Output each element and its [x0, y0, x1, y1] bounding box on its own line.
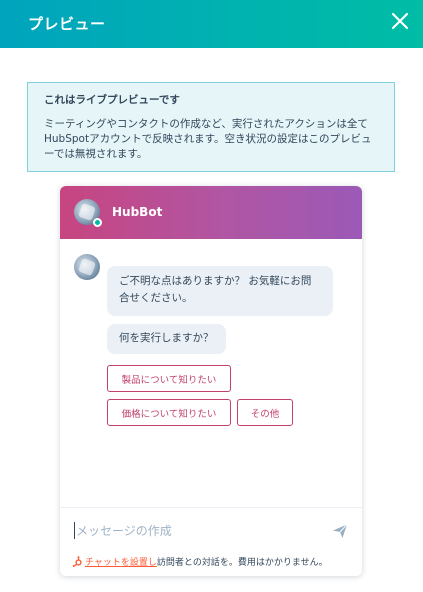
chat-widget: HubBot ご不明な点はありますか？ お気軽にお問合せください。 何を実行しま… — [60, 186, 362, 576]
bot-name: HubBot — [112, 205, 163, 219]
quick-reply-other[interactable]: その他 — [237, 399, 293, 426]
close-icon[interactable] — [389, 10, 411, 32]
send-icon[interactable] — [332, 523, 348, 539]
quick-reply-product[interactable]: 製品について知りたい — [107, 365, 231, 392]
compose-divider — [60, 507, 362, 508]
hubspot-sprocket-icon — [72, 556, 83, 567]
quick-reply-pricing[interactable]: 価格について知りたい — [107, 399, 231, 426]
bot-message: 何を実行しますか？ — [107, 324, 226, 354]
online-status-icon — [93, 218, 102, 227]
notice-body: ミーティングやコンタクトの作成など、実行されたアクションは全てHubSpotアカ… — [44, 118, 372, 160]
bot-message: ご不明な点はありますか？ お気軽にお問合せください。 — [107, 266, 333, 316]
live-preview-notice: これはライブプレビューです ミーティングやコンタクトの作成など、実行されたアクシ… — [27, 82, 395, 172]
chat-footer: チャットを設置し訪問者との対話を。費用はかかりません。 — [72, 555, 328, 568]
chat-header: HubBot — [60, 186, 362, 239]
notice-title: これはライブプレビューです — [44, 94, 180, 106]
preview-header: プレビュー — [0, 0, 423, 48]
message-bot-avatar — [74, 254, 100, 280]
footer-text: 訪問者との対話を。費用はかかりません。 — [156, 558, 328, 568]
message-input[interactable]: メッセージの作成 — [74, 522, 172, 539]
preview-title: プレビュー — [28, 15, 106, 33]
install-chat-link[interactable]: チャットを設置し — [85, 558, 157, 568]
